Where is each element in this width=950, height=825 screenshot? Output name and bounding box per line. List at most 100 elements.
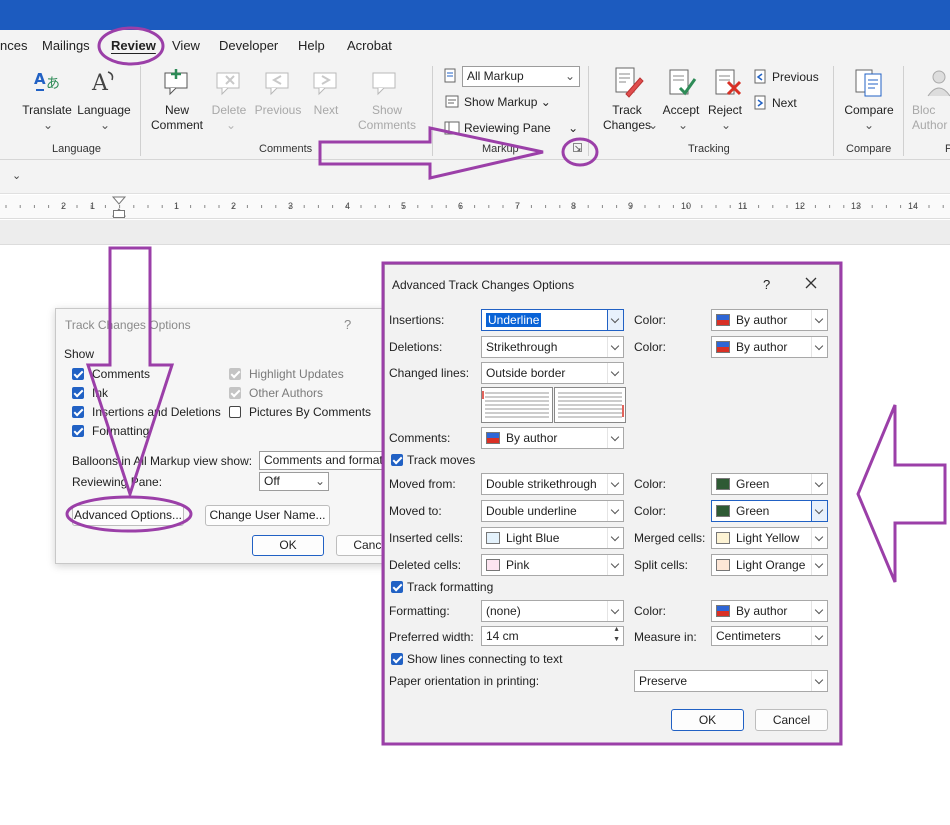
change-user-name-button[interactable]: Change User Name... bbox=[205, 505, 330, 526]
formatting-select[interactable]: (none) bbox=[481, 600, 624, 622]
comments-checkbox-label: Comments bbox=[92, 367, 151, 381]
split-cells-select[interactable]: Light Orange bbox=[711, 554, 828, 576]
highlight-updates-label: Highlight Updates bbox=[249, 367, 344, 381]
chevron-down-icon bbox=[607, 428, 623, 448]
moved-to-color-select[interactable]: Green bbox=[711, 500, 828, 522]
horizontal-ruler[interactable]: 2 1 1 2 3 4 5 6 7 8 9 10 11 12 13 14 bbox=[0, 195, 950, 219]
pictures-by-comments-label: Pictures By Comments bbox=[249, 405, 372, 419]
inserted-cells-select[interactable]: Light Blue bbox=[481, 527, 624, 549]
deletions-select[interactable]: Strikethrough bbox=[481, 336, 624, 358]
ruler-number: 4 bbox=[345, 201, 351, 211]
chevron-down-icon bbox=[607, 501, 623, 521]
moved-to-value: Double underline bbox=[486, 504, 577, 518]
track-moves-checkbox[interactable] bbox=[391, 454, 403, 466]
chevron-down-icon: ⌄ bbox=[226, 118, 237, 132]
pictures-by-comments-checkbox[interactable] bbox=[229, 406, 241, 418]
ok-button[interactable]: OK bbox=[252, 535, 324, 556]
paper-orientation-select[interactable]: Preserve bbox=[634, 670, 828, 692]
moved-from-select[interactable]: Double strikethrough bbox=[481, 473, 624, 495]
chevron-down-icon bbox=[607, 601, 623, 621]
customize-quick-access-icon[interactable]: ⌄ bbox=[12, 169, 21, 182]
accept-button[interactable]: Accept bbox=[658, 103, 704, 118]
chevron-down-icon bbox=[811, 555, 827, 575]
balloons-select[interactable]: Comments and formatting bbox=[259, 451, 399, 470]
ink-checkbox[interactable] bbox=[72, 387, 84, 399]
delete-comment-button[interactable]: Delete bbox=[205, 103, 253, 118]
color-swatch bbox=[486, 432, 500, 444]
chevron-down-icon bbox=[811, 474, 827, 494]
delete-comment-icon bbox=[214, 68, 244, 99]
tab-references[interactable]: nces bbox=[0, 38, 27, 53]
previous-comment-icon bbox=[263, 68, 293, 99]
preferred-width-spinner[interactable]: 14 cm ▲ ▼ bbox=[481, 626, 624, 646]
display-for-review-select[interactable]: All Markup ⌄ bbox=[462, 66, 580, 87]
cancel-button[interactable]: Cancel bbox=[755, 709, 828, 731]
measure-in-select[interactable]: Centimeters bbox=[711, 626, 828, 646]
merged-cells-select[interactable]: Light Yellow bbox=[711, 527, 828, 549]
close-icon[interactable] bbox=[805, 277, 817, 292]
deletions-color-select[interactable]: By author bbox=[711, 336, 828, 358]
highlight-updates-checkbox[interactable] bbox=[229, 368, 241, 380]
tab-review[interactable]: Review bbox=[111, 38, 156, 53]
ok-button[interactable]: OK bbox=[671, 709, 744, 731]
help-icon[interactable]: ? bbox=[763, 277, 770, 292]
split-cells-label: Split cells: bbox=[634, 558, 689, 572]
advanced-options-button[interactable]: Advanced Options... bbox=[72, 505, 184, 526]
reject-button[interactable]: Reject bbox=[704, 103, 746, 118]
insertions-select[interactable]: Underline bbox=[481, 309, 624, 331]
balloons-label: Balloons in All Markup view show: bbox=[72, 454, 253, 468]
insertions-deletions-label: Insertions and Deletions bbox=[92, 405, 221, 419]
formatting-color-select[interactable]: By author bbox=[711, 600, 828, 622]
help-icon[interactable]: ? bbox=[344, 317, 351, 332]
tab-view[interactable]: View bbox=[172, 38, 200, 53]
tab-help[interactable]: Help bbox=[298, 38, 325, 53]
insertions-color-select[interactable]: By author bbox=[711, 309, 828, 331]
moved-from-color-select[interactable]: Green bbox=[711, 473, 828, 495]
track-formatting-checkbox[interactable] bbox=[391, 581, 403, 593]
color-swatch bbox=[716, 314, 730, 326]
show-lines-checkbox[interactable] bbox=[391, 653, 403, 665]
formatting-color-value: By author bbox=[736, 604, 788, 618]
group-label-compare: Compare bbox=[846, 143, 892, 155]
reviewing-pane-button[interactable]: Reviewing Pane ⌄ bbox=[464, 121, 578, 135]
chevron-down-icon: ⌄ bbox=[314, 474, 325, 488]
formatting-value: (none) bbox=[486, 604, 521, 618]
dialog-launcher-icon[interactable]: ↘ bbox=[573, 143, 582, 153]
language-button[interactable]: Language bbox=[75, 103, 133, 118]
title-bar bbox=[0, 0, 950, 30]
formatting-checkbox[interactable] bbox=[72, 425, 84, 437]
deleted-cells-select[interactable]: Pink bbox=[481, 554, 624, 576]
new-comment-icon bbox=[162, 68, 192, 99]
changed-lines-label: Changed lines: bbox=[389, 366, 470, 380]
tab-acrobat[interactable]: Acrobat bbox=[347, 38, 392, 53]
moved-to-select[interactable]: Double underline bbox=[481, 500, 624, 522]
tab-developer[interactable]: Developer bbox=[219, 38, 278, 53]
reviewing-pane-select[interactable]: Off ⌄ bbox=[259, 472, 329, 491]
translate-button[interactable]: Translate bbox=[20, 103, 74, 118]
spinner-arrows-icon[interactable]: ▲ ▼ bbox=[613, 627, 620, 645]
new-comment-button[interactable]: New Comment bbox=[148, 103, 206, 133]
compare-button[interactable]: Compare bbox=[840, 103, 898, 118]
comments-value: By author bbox=[506, 431, 558, 445]
ink-checkbox-label: Ink bbox=[92, 386, 109, 400]
tab-mailings[interactable]: Mailings bbox=[42, 38, 90, 53]
next-change-button[interactable]: Next bbox=[772, 96, 797, 110]
chevron-down-icon: ⌄ bbox=[100, 118, 111, 132]
comments-color-select[interactable]: By author bbox=[481, 427, 624, 449]
other-authors-checkbox[interactable] bbox=[229, 387, 241, 399]
moved-to-label: Moved to: bbox=[389, 504, 442, 518]
chevron-down-icon bbox=[811, 601, 827, 621]
changed-lines-select[interactable]: Outside border bbox=[481, 362, 624, 384]
previous-change-button[interactable]: Previous bbox=[772, 70, 819, 84]
ruler-ticks bbox=[0, 196, 950, 217]
show-comments-button[interactable]: Show Comments bbox=[349, 103, 425, 133]
insertions-color-value: By author bbox=[736, 313, 788, 327]
next-comment-button[interactable]: Next bbox=[306, 103, 346, 118]
insertions-deletions-checkbox[interactable] bbox=[72, 406, 84, 418]
left-indent-marker[interactable] bbox=[113, 210, 125, 218]
comments-checkbox[interactable] bbox=[72, 368, 84, 380]
block-authors-button[interactable]: Bloc Author bbox=[912, 103, 950, 133]
previous-comment-button[interactable]: Previous bbox=[252, 103, 304, 118]
group-label-comments: Comments bbox=[259, 143, 313, 155]
show-markup-button[interactable]: Show Markup ⌄ bbox=[464, 95, 551, 109]
